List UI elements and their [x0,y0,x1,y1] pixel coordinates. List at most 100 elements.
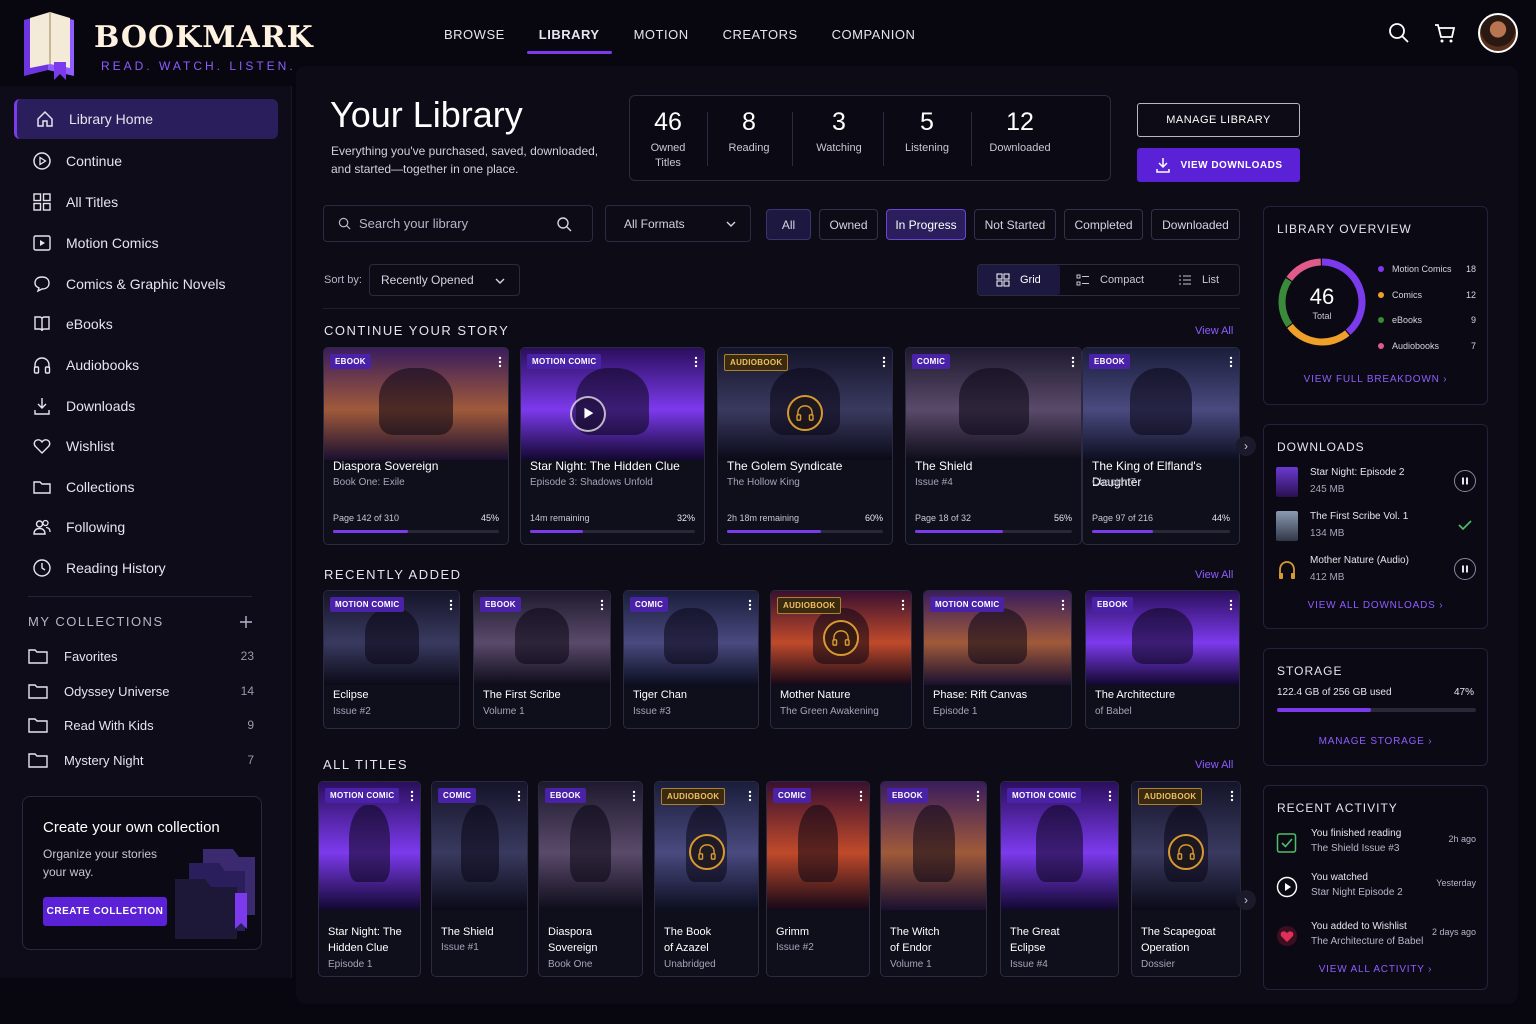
recent-card[interactable]: MOTION COMIC Phase: Rift Canvas Episode … [923,590,1072,729]
format-select[interactable]: All Formats [605,205,751,242]
more-options-icon[interactable] [748,790,752,802]
manage-library-button[interactable]: MANAGE LIBRARY [1137,103,1300,137]
sidebar-item-reading-history[interactable]: Reading History [14,548,278,588]
cart-icon[interactable] [1433,21,1457,45]
continue-card[interactable]: EBOOK The King of Elfland's Daughter Cha… [1082,347,1240,545]
view-full-breakdown-link[interactable]: VIEW FULL BREAKDOWN › [1264,374,1487,385]
more-options-icon[interactable] [449,599,453,611]
continue-next-arrow[interactable]: › [1236,436,1256,456]
title-card[interactable]: MOTION COMIC Star Night: The Hidden Clue… [318,781,421,977]
title-card[interactable]: AUDIOBOOK The Book of Azazel Unabridged [654,781,759,977]
more-options-icon[interactable] [410,790,414,802]
card-title-line2: of Endor [890,942,932,954]
filter-owned[interactable]: Owned [819,209,878,240]
view-compact[interactable]: Compact [1076,265,1144,295]
sidebar-item-motion-comics[interactable]: Motion Comics [14,223,278,263]
create-collection-button[interactable]: CREATE COLLECTION [43,897,167,926]
view-list[interactable]: List [1178,265,1219,295]
nav-creators[interactable]: CREATORS [723,27,798,42]
filter-not-started[interactable]: Not Started [974,209,1056,240]
title-card[interactable]: EBOOK The Witch of Endor Volume 1 [880,781,987,977]
sidebar-item-library-home[interactable]: Library Home [14,99,278,139]
collection-read-with-kids[interactable]: Read With Kids 9 [28,716,254,734]
title-card[interactable]: COMIC Grimm Issue #2 [766,781,870,977]
continue-view-all[interactable]: View All [1195,325,1233,337]
sidebar-item-comics-graphic-novels[interactable]: Comics & Graphic Novels [14,264,278,304]
all-titles-view-all[interactable]: View All [1195,759,1233,771]
pause-icon[interactable] [1454,558,1476,580]
user-avatar[interactable] [1478,13,1518,53]
nav-companion[interactable]: COMPANION [832,27,916,42]
nav-browse[interactable]: BROWSE [444,27,505,42]
view-all-downloads-link[interactable]: VIEW ALL DOWNLOADS › [1264,600,1487,611]
download-item[interactable]: Star Night: Episode 2 245 MB [1276,467,1476,503]
view-grid[interactable]: Grid [978,265,1060,295]
recent-card[interactable]: EBOOK The Architecture of Babel [1085,590,1240,729]
recent-card[interactable]: COMIC Tiger Chan Issue #3 [623,590,759,729]
pause-icon[interactable] [1454,470,1476,492]
more-options-icon[interactable] [859,790,863,802]
more-options-icon[interactable] [1229,356,1233,368]
download-item[interactable]: Mother Nature (Audio) 412 MB [1276,555,1476,591]
view-all-activity-link[interactable]: VIEW ALL ACTIVITY › [1264,964,1487,975]
continue-card[interactable]: MOTION COMIC Star Night: The Hidden Clue… [520,347,705,545]
search-icon[interactable] [1387,21,1411,45]
title-card[interactable]: COMIC The Shield Issue #1 [431,781,528,977]
activity-item[interactable]: You finished reading The Shield Issue #3 2… [1276,828,1476,862]
search-input[interactable]: Search your library [323,205,593,242]
more-options-icon[interactable] [1108,790,1112,802]
continue-card[interactable]: AUDIOBOOK The Golem Syndicate The Hollow… [717,347,893,545]
recent-card[interactable]: AUDIOBOOK Mother Nature The Green Awaken… [770,590,912,729]
sort-select[interactable]: Recently Opened [369,264,520,296]
collection-mystery-night[interactable]: Mystery Night 7 [28,751,254,769]
add-collection-icon[interactable] [240,616,252,628]
continue-card[interactable]: COMIC The Shield Issue #4 Page 18 of 32 … [905,347,1082,545]
more-options-icon[interactable] [517,790,521,802]
nav-library[interactable]: LIBRARY [526,27,612,54]
title-card[interactable]: MOTION COMIC The Great Eclipse Issue #4 [1000,781,1119,977]
search-icon[interactable] [556,216,572,232]
sidebar-item-ebooks[interactable]: eBooks [14,304,278,344]
more-options-icon[interactable] [600,599,604,611]
more-options-icon[interactable] [498,356,502,368]
title-card[interactable]: AUDIOBOOK The Scapegoat Operation Dossie… [1131,781,1241,977]
more-options-icon[interactable] [1230,790,1234,802]
card-progress-text: Page 142 of 310 [333,513,400,523]
play-icon[interactable] [569,396,606,432]
title-card[interactable]: EBOOK Diaspora Sovereign Book One [538,781,643,977]
activity-item[interactable]: You added to Wishlist The Architecture of… [1276,921,1476,955]
sidebar-item-continue[interactable]: Continue [14,141,278,181]
more-options-icon[interactable] [882,356,886,368]
brand-logo-icon[interactable] [18,10,80,80]
more-options-icon[interactable] [901,599,905,611]
filter-in-progress[interactable]: In Progress [886,209,966,240]
continue-card[interactable]: EBOOK Diaspora Sovereign Book One: Exile… [323,347,509,545]
view-downloads-button[interactable]: VIEW DOWNLOADS [1137,148,1300,182]
all-titles-next-arrow[interactable]: › [1236,890,1256,910]
more-options-icon[interactable] [976,790,980,802]
more-options-icon[interactable] [694,356,698,368]
filter-completed[interactable]: Completed [1064,209,1143,240]
filter-all[interactable]: All [766,209,811,240]
recent-card[interactable]: MOTION COMIC Eclipse Issue #2 [323,590,460,729]
more-options-icon[interactable] [632,790,636,802]
sidebar-item-downloads[interactable]: Downloads [14,386,278,426]
more-options-icon[interactable] [1061,599,1065,611]
nav-motion[interactable]: MOTION [634,27,689,42]
sidebar-item-wishlist[interactable]: Wishlist [14,426,278,466]
activity-item[interactable]: You watched Star Night Episode 2 Yesterday [1276,872,1476,906]
sidebar-item-all-titles[interactable]: All Titles [14,182,278,222]
filter-downloaded[interactable]: Downloaded [1151,209,1240,240]
recent-view-all[interactable]: View All [1195,569,1233,581]
collection-odyssey-universe[interactable]: Odyssey Universe 14 [28,682,254,700]
sidebar-item-collections[interactable]: Collections [14,467,278,507]
more-options-icon[interactable] [1229,599,1233,611]
manage-storage-link[interactable]: MANAGE STORAGE › [1264,736,1487,747]
sidebar-item-audiobooks[interactable]: Audiobooks [14,345,278,385]
more-options-icon[interactable] [1071,356,1075,368]
more-options-icon[interactable] [748,599,752,611]
download-item[interactable]: The First Scribe Vol. 1 134 MB [1276,511,1476,547]
sidebar-item-following[interactable]: Following [14,507,278,547]
recent-card[interactable]: EBOOK The First Scribe Volume 1 [473,590,611,729]
collection-favorites[interactable]: Favorites 23 [28,647,254,665]
